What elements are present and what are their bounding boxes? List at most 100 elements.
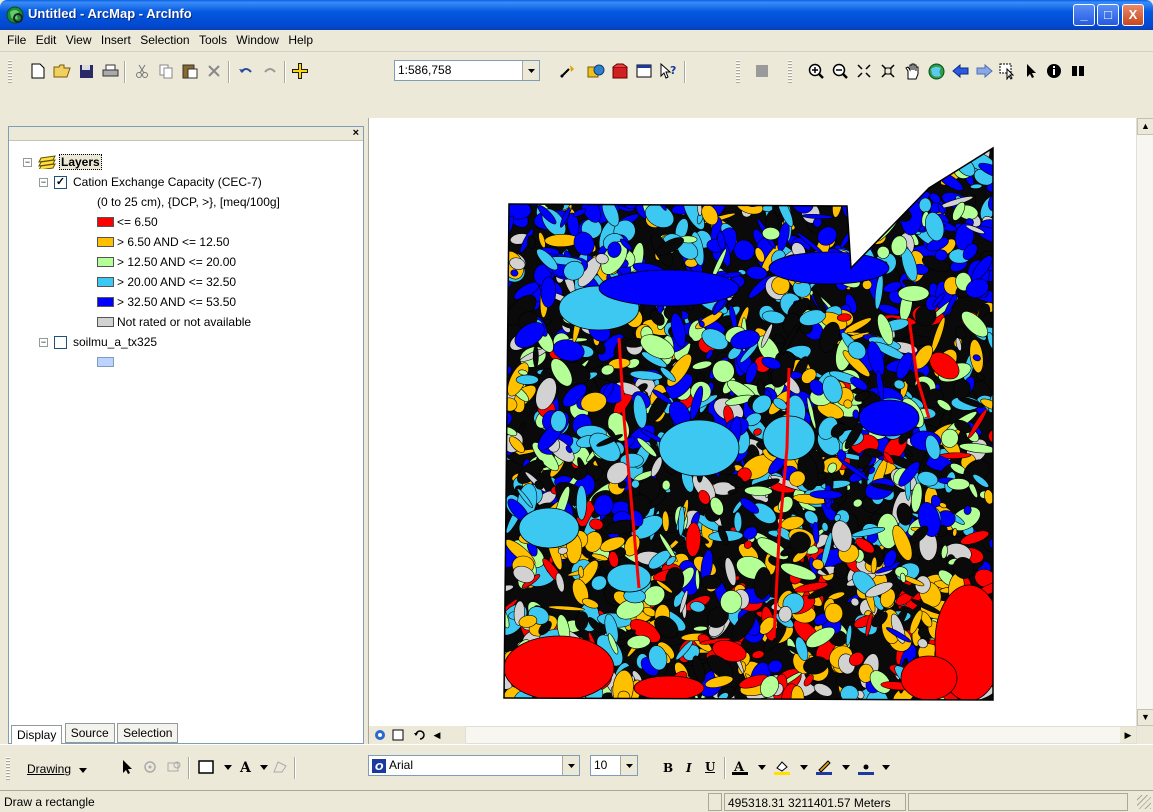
paste-icon[interactable]	[180, 61, 200, 81]
toolbar-grip[interactable]	[736, 60, 740, 84]
select-elements-arrow-icon[interactable]	[1022, 61, 1042, 81]
scroll-up-arrow-icon[interactable]: ▲	[1137, 118, 1153, 135]
font-name-combo[interactable]: O Arial	[368, 755, 580, 776]
underline-icon[interactable]: U	[700, 757, 720, 777]
data-frame-row[interactable]: − Layers	[23, 153, 102, 171]
select-features-icon[interactable]	[998, 61, 1018, 81]
data-view-icon[interactable]	[373, 728, 387, 742]
toolbar-separator	[284, 61, 286, 83]
toc-header[interactable]: ×	[9, 127, 363, 141]
fixed-zoom-out-icon[interactable]	[878, 61, 898, 81]
identify-icon[interactable]	[1044, 61, 1064, 81]
whats-this-help-icon[interactable]: ?	[658, 61, 678, 81]
undo-icon[interactable]	[236, 61, 256, 81]
chevron-down-icon[interactable]	[876, 757, 896, 777]
forward-arrow-icon[interactable]	[974, 61, 994, 81]
cut-icon[interactable]	[132, 61, 152, 81]
map-scale-combo[interactable]: 1:586,758	[394, 60, 540, 81]
arctoolbox-icon[interactable]	[610, 61, 630, 81]
copy-icon[interactable]	[156, 61, 176, 81]
minimize-button[interactable]: _	[1073, 4, 1095, 26]
menu-selection[interactable]: Selection	[137, 30, 192, 50]
layer-subtitle-row: (0 to 25 cm), {DCP, >}, [meq/100g]	[97, 193, 280, 211]
chevron-down-icon[interactable]	[218, 757, 238, 777]
pan-hand-icon[interactable]	[902, 61, 922, 81]
zoom-out-icon[interactable]	[830, 61, 850, 81]
chevron-down-icon[interactable]	[794, 757, 814, 777]
horizontal-scrollbar[interactable]: ▶	[465, 726, 1137, 744]
scroll-down-arrow-icon[interactable]: ▼	[1137, 709, 1153, 726]
tab-display[interactable]: Display	[11, 725, 63, 745]
tab-source[interactable]: Source	[64, 723, 115, 743]
disabled-tool-icon[interactable]	[752, 61, 772, 81]
menu-help[interactable]: Help	[285, 30, 316, 50]
command-line-icon[interactable]	[634, 61, 654, 81]
editor-toolbar-icon[interactable]	[558, 61, 578, 81]
scroll-left-arrow-icon[interactable]: ◀	[429, 727, 445, 743]
tab-selection[interactable]: Selection	[117, 723, 179, 743]
chevron-down-icon[interactable]	[752, 757, 772, 777]
font-color-icon[interactable]: A	[730, 757, 750, 777]
full-extent-globe-icon[interactable]	[926, 61, 946, 81]
chevron-down-icon[interactable]	[562, 756, 579, 775]
layer-visibility-checkbox[interactable]: ✓	[54, 175, 67, 189]
toolbar-row: 1:586,758 ?	[0, 53, 1153, 123]
layer-row-soilmu[interactable]: − soilmu_a_tx325	[39, 333, 157, 351]
text-tool-icon[interactable]: A	[236, 757, 256, 777]
marker-color-icon[interactable]	[856, 757, 876, 777]
menu-edit[interactable]: Edit	[33, 30, 60, 50]
rotate-icon[interactable]	[140, 757, 160, 777]
close-icon[interactable]: ×	[353, 127, 359, 139]
table-of-contents-panel: × − Layers − ✓ Cation Exchange Capacity …	[8, 126, 364, 745]
layout-view-icon[interactable]	[391, 728, 405, 742]
layer-row-cec[interactable]: − ✓ Cation Exchange Capacity (CEC-7)	[39, 173, 262, 191]
drawing-menu[interactable]: Drawing	[27, 762, 88, 776]
line-color-icon[interactable]	[814, 757, 834, 777]
toc-tabs: Display Source Selection	[11, 723, 179, 745]
fixed-zoom-in-icon[interactable]	[854, 61, 874, 81]
add-data-icon[interactable]	[290, 61, 310, 81]
scroll-right-arrow-icon[interactable]: ▶	[1120, 727, 1136, 743]
arccatalog-icon[interactable]	[586, 61, 606, 81]
zoom-in-icon[interactable]	[806, 61, 826, 81]
redo-icon[interactable]	[260, 61, 280, 81]
back-arrow-icon[interactable]	[950, 61, 970, 81]
collapse-icon[interactable]: −	[39, 337, 48, 347]
soil-map-image[interactable]	[369, 118, 1137, 726]
font-size-combo[interactable]: 10	[590, 755, 638, 776]
toolbar-grip[interactable]	[8, 60, 12, 84]
open-folder-icon[interactable]	[52, 61, 72, 81]
edit-vertices-icon[interactable]	[270, 757, 290, 777]
resize-grip-icon[interactable]	[1137, 795, 1151, 809]
menu-tools[interactable]: Tools	[196, 30, 230, 50]
menu-window[interactable]: Window	[233, 30, 282, 50]
chevron-down-icon[interactable]	[522, 61, 539, 80]
print-icon[interactable]	[100, 61, 120, 81]
bold-icon[interactable]: B	[658, 757, 678, 777]
rectangle-icon[interactable]	[196, 757, 216, 777]
maximize-button[interactable]: □	[1097, 4, 1119, 26]
new-document-icon[interactable]	[28, 61, 48, 81]
close-button[interactable]: X	[1122, 4, 1144, 26]
map-display[interactable]: ▲ ▼ ◀ ▶	[368, 118, 1153, 744]
save-icon[interactable]	[76, 61, 96, 81]
refresh-icon[interactable]	[413, 728, 427, 742]
layer-visibility-checkbox[interactable]	[54, 335, 67, 349]
menu-insert[interactable]: Insert	[98, 30, 134, 50]
vertical-scrollbar[interactable]: ▲ ▼	[1136, 118, 1153, 726]
collapse-icon[interactable]: −	[23, 157, 32, 167]
menu-view[interactable]: View	[63, 30, 95, 50]
select-elements-arrow-icon[interactable]	[118, 757, 138, 777]
chevron-down-icon[interactable]	[836, 757, 856, 777]
collapse-icon[interactable]: −	[39, 177, 48, 187]
chevron-down-icon[interactable]	[620, 756, 637, 775]
zoom-to-selected-icon[interactable]	[164, 757, 184, 777]
italic-icon[interactable]: I	[680, 757, 700, 777]
toolbar-grip[interactable]	[6, 757, 10, 781]
menu-file[interactable]: File	[4, 30, 29, 50]
delete-icon[interactable]	[204, 61, 224, 81]
tools-toolbar-grip[interactable]	[788, 60, 792, 84]
find-icon[interactable]	[1068, 61, 1088, 81]
fill-color-icon[interactable]	[772, 757, 792, 777]
font-type-icon: O	[372, 759, 386, 773]
